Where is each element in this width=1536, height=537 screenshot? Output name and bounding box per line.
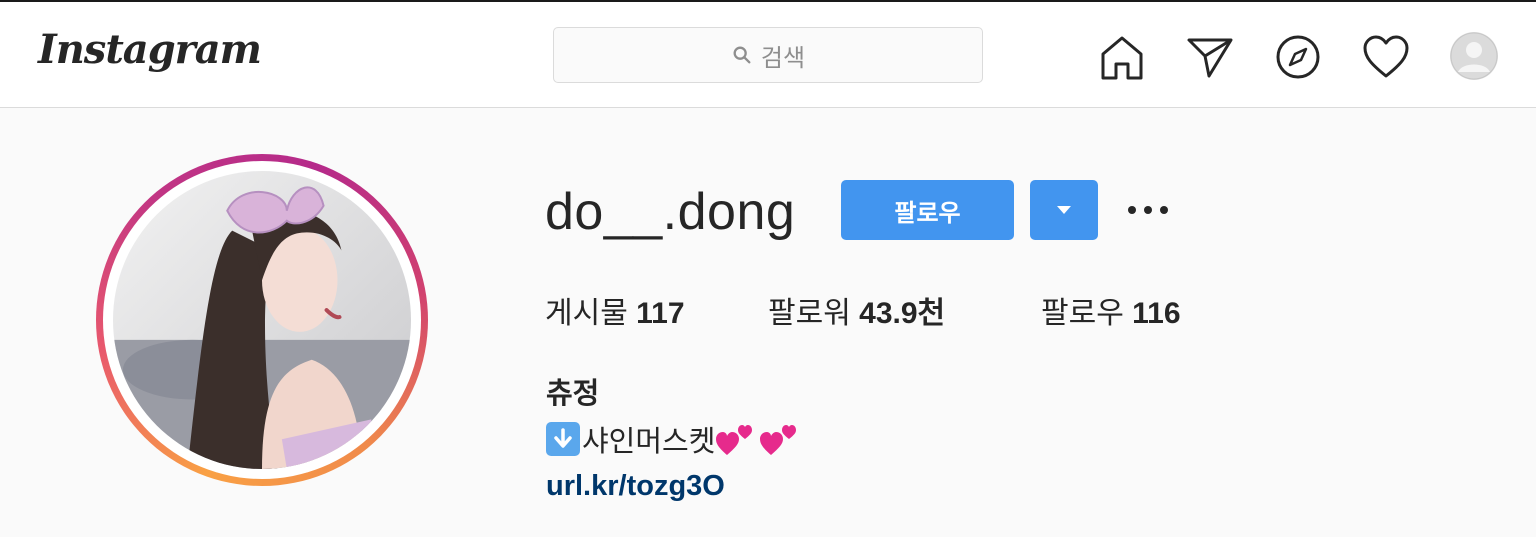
more-options-button[interactable] xyxy=(1120,190,1176,230)
follow-button[interactable]: 팔로우 xyxy=(841,180,1014,240)
stat-value: 116 xyxy=(1132,297,1181,330)
suggested-accounts-dropdown-button[interactable] xyxy=(1030,180,1098,240)
profile-avatar-icon[interactable] xyxy=(1450,32,1498,80)
home-icon[interactable] xyxy=(1097,32,1147,82)
profile-username: do__.dong xyxy=(545,183,796,241)
stat-following[interactable]: 팔로우 116 xyxy=(1041,288,1181,332)
stat-label: 팔로우 xyxy=(1041,297,1124,330)
bio-text: 샤인머스켓 xyxy=(546,418,799,460)
two-hearts-icon xyxy=(716,425,753,455)
stat-label: 게시물 xyxy=(545,297,628,330)
top-navigation-bar: Instagram 검색 xyxy=(0,0,1536,108)
stat-label: 팔로워 xyxy=(768,297,851,330)
stat-value: 43.9천 xyxy=(859,297,946,330)
profile-picture xyxy=(113,171,411,469)
nav-icon-group xyxy=(0,32,1536,82)
stat-posts: 게시물 117 xyxy=(545,288,685,332)
profile-picture-gap xyxy=(103,161,421,479)
bio-external-link[interactable]: url.kr/tozg3O xyxy=(546,470,725,503)
chevron-down-icon xyxy=(1057,206,1071,214)
stat-followers[interactable]: 팔로워 43.9천 xyxy=(768,288,945,332)
direct-message-icon[interactable] xyxy=(1185,32,1235,82)
more-dots-icon xyxy=(1128,206,1168,214)
two-hearts-icon xyxy=(760,425,797,455)
profile-picture-story-ring[interactable] xyxy=(96,154,428,486)
bio-line-text: 샤인머스켓 xyxy=(582,426,716,458)
activity-heart-icon[interactable] xyxy=(1361,32,1411,82)
down-arrow-emoji-icon xyxy=(546,422,580,456)
bio-display-name: 츄정 xyxy=(546,378,600,410)
explore-compass-icon[interactable] xyxy=(1273,32,1323,82)
stat-value: 117 xyxy=(636,297,685,330)
